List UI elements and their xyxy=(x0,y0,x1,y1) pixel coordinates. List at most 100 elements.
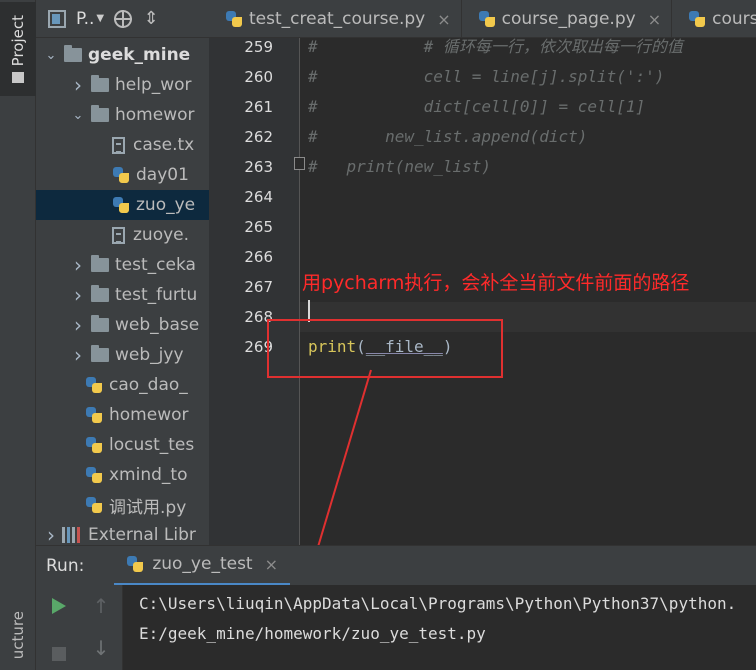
tree-item-label: External Libr xyxy=(88,525,196,545)
chevron-down-icon[interactable]: ⌄ xyxy=(44,48,58,63)
editor-tab-bar: test_creat_course.py × course_page.py × cour… xyxy=(209,0,756,38)
library-icon xyxy=(62,527,82,543)
chevron-down-icon[interactable]: ⌄ xyxy=(71,108,85,123)
python-file-icon xyxy=(85,376,103,394)
tree-item-label: case.tx xyxy=(133,135,195,155)
editor-tab[interactable]: course_page.py × xyxy=(462,0,673,37)
editor-tab[interactable]: cours xyxy=(672,0,756,37)
code-line: # new_list.append(dict) xyxy=(308,127,588,146)
line-number: 268 xyxy=(244,308,273,326)
tree-item[interactable]: › web_jyy xyxy=(36,340,209,370)
project-panel: P.. ▼ ⇕ ⌄ geek_mine › help_wor ⌄ homewor case.… xyxy=(36,0,209,545)
tree-item[interactable]: › help_wor xyxy=(36,70,209,100)
tree-item[interactable]: homewor xyxy=(36,400,209,430)
collapse-all-icon[interactable]: ⇕ xyxy=(142,9,160,28)
tree-item[interactable]: › test_ceka xyxy=(36,250,209,280)
code-line: # print(new_list) xyxy=(308,157,492,176)
run-panel-header: Run: zuo_ye_test × xyxy=(36,545,756,586)
close-icon[interactable]: × xyxy=(265,555,278,574)
arrow-down-icon[interactable]: ↓ xyxy=(90,636,112,660)
tree-item-label: day01 xyxy=(136,165,189,185)
code-line: # cell = line[j].split(':') xyxy=(308,67,665,86)
tree-item[interactable]: ⌄ homewor xyxy=(36,100,209,130)
stop-icon[interactable] xyxy=(48,643,70,665)
annotation-text: 用pycharm执行，会补全当前文件前面的路径 xyxy=(302,272,690,294)
chevron-right-icon[interactable]: › xyxy=(71,283,85,307)
tree-item-label: zuoye. xyxy=(133,225,190,245)
python-file-icon xyxy=(478,10,496,28)
run-config-tab[interactable]: zuo_ye_test × xyxy=(114,545,290,586)
tree-item-label: test_ceka xyxy=(115,255,196,275)
python-file-icon xyxy=(126,555,144,573)
run-label: Run: xyxy=(46,555,85,576)
text-file-icon xyxy=(112,226,125,244)
line-number: 267 xyxy=(244,278,273,296)
structure-tool-tab[interactable]: ucture xyxy=(0,600,36,670)
console-line: C:\Users\liuqin\AppData\Local\Programs\P… xyxy=(139,594,737,613)
close-icon[interactable]: × xyxy=(437,10,450,29)
line-number: 260 xyxy=(244,68,273,86)
run-tab-label: zuo_ye_test xyxy=(152,554,253,574)
folder-icon xyxy=(91,345,109,362)
project-tool-tab[interactable]: Project xyxy=(0,2,36,96)
tree-item[interactable]: 调试用.py xyxy=(36,490,209,520)
python-file-icon xyxy=(85,496,103,514)
python-file-icon xyxy=(85,406,103,424)
tree-item-label: zuo_ye xyxy=(136,195,196,215)
folder-icon xyxy=(91,285,109,302)
run-toolbar: ↑ ↓ xyxy=(36,585,123,670)
tree-item[interactable]: › test_furtu xyxy=(36,280,209,310)
folder-icon xyxy=(91,255,109,272)
editor-tab-label: course_page.py xyxy=(501,9,636,29)
chevron-down-icon[interactable]: ▼ xyxy=(96,13,104,24)
structure-tab-label: ucture xyxy=(9,610,27,660)
tree-item[interactable]: ⌄ geek_mine xyxy=(36,40,209,70)
code-line: # dict[cell[0]] = cell[1] xyxy=(308,97,646,116)
chevron-right-icon[interactable]: › xyxy=(71,253,85,277)
tree-item[interactable]: cao_dao_ xyxy=(36,370,209,400)
annotation-box xyxy=(267,319,503,378)
tree-item-label: locust_tes xyxy=(109,435,195,455)
chevron-right-icon[interactable]: › xyxy=(71,73,85,97)
run-icon[interactable] xyxy=(48,595,70,617)
tree-item[interactable]: › External Libr xyxy=(36,520,209,545)
tree-item[interactable]: › web_base xyxy=(36,310,209,340)
fold-icon[interactable] xyxy=(294,157,305,170)
folder-icon xyxy=(64,45,82,62)
chevron-right-icon[interactable]: › xyxy=(71,343,85,367)
run-console[interactable]: C:\Users\liuqin\AppData\Local\Programs\P… xyxy=(123,585,756,670)
arrow-up-icon[interactable]: ↑ xyxy=(90,594,112,618)
python-file-icon xyxy=(112,196,130,214)
project-tab-label: Project xyxy=(9,14,27,67)
chevron-right-icon[interactable]: › xyxy=(44,523,58,545)
tree-item[interactable]: case.tx xyxy=(36,130,209,160)
line-number: 269 xyxy=(244,338,273,356)
python-file-icon xyxy=(85,436,103,454)
project-panel-header: P.. ▼ ⇕ xyxy=(36,0,209,38)
folder-icon xyxy=(91,315,109,332)
line-number: 265 xyxy=(244,218,273,236)
tree-item[interactable]: xmind_to xyxy=(36,460,209,490)
chevron-right-icon[interactable]: › xyxy=(71,313,85,337)
python-file-icon xyxy=(85,466,103,484)
tree-item[interactable]: zuoye. xyxy=(36,220,209,250)
tree-item[interactable]: locust_tes xyxy=(36,430,209,460)
console-line: E:/geek_mine/homework/zuo_ye_test.py xyxy=(139,624,486,643)
target-icon[interactable] xyxy=(114,9,133,28)
code-line: # # 循环每一行，依次取出每一行的值 xyxy=(308,38,683,56)
close-icon[interactable]: × xyxy=(648,10,661,29)
line-number: 264 xyxy=(244,188,273,206)
text-file-icon xyxy=(112,136,125,154)
project-view-icon[interactable] xyxy=(48,9,66,28)
project-view-selector[interactable]: P.. xyxy=(76,9,94,29)
python-file-icon xyxy=(688,10,706,28)
line-number: 263 xyxy=(244,158,273,176)
line-number: 266 xyxy=(244,248,273,266)
editor-tab-label: cours xyxy=(712,9,756,29)
folder-icon xyxy=(12,72,24,84)
tree-item[interactable]: day01 xyxy=(36,160,209,190)
line-number: 259 xyxy=(244,38,273,56)
tree-item[interactable]: zuo_ye xyxy=(36,190,209,220)
python-file-icon xyxy=(225,10,243,28)
